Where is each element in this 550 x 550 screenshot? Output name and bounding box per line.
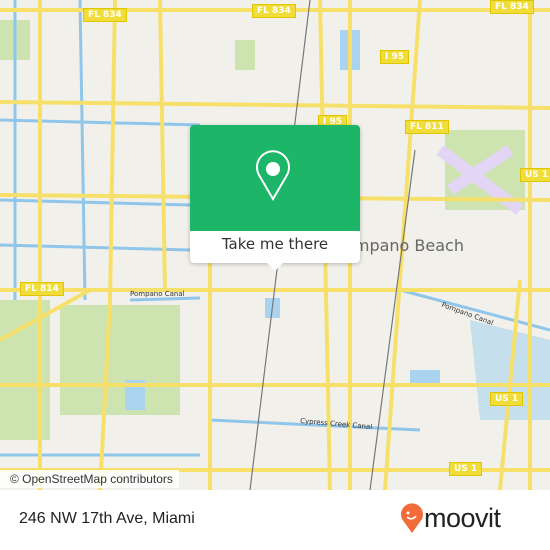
map-pin-icon bbox=[256, 150, 290, 201]
take-me-there-popup[interactable]: Take me there bbox=[190, 125, 360, 271]
route-shield: I 95 bbox=[380, 50, 410, 64]
moovit-wordmark: moovit bbox=[424, 502, 501, 533]
route-shield: US 1 bbox=[520, 168, 550, 182]
route-shield: US 1 bbox=[449, 462, 483, 476]
route-shield: FL 834 bbox=[83, 8, 127, 22]
moovit-logo[interactable]: moovit bbox=[400, 502, 501, 534]
canal-label: Pompano Canal bbox=[130, 290, 185, 298]
take-me-there-button[interactable]: Take me there bbox=[190, 231, 360, 263]
route-shield: FL 814 bbox=[20, 282, 64, 296]
route-shield: FL 834 bbox=[252, 4, 296, 18]
footer: 246 NW 17th Ave, Miami moovit bbox=[0, 490, 550, 550]
route-shield: FL 811 bbox=[405, 120, 449, 134]
popup-pointer bbox=[266, 262, 284, 271]
route-shield: US 1 bbox=[490, 392, 524, 406]
map[interactable]: FL 834 FL 834 FL 834 I 95 I 95 FL 811 US… bbox=[0, 0, 550, 490]
route-shield: FL 834 bbox=[490, 0, 534, 14]
address-label: 246 NW 17th Ave, Miami bbox=[19, 510, 195, 527]
moovit-pin-icon bbox=[401, 503, 423, 533]
attribution[interactable]: © OpenStreetMap contributors bbox=[0, 470, 179, 488]
